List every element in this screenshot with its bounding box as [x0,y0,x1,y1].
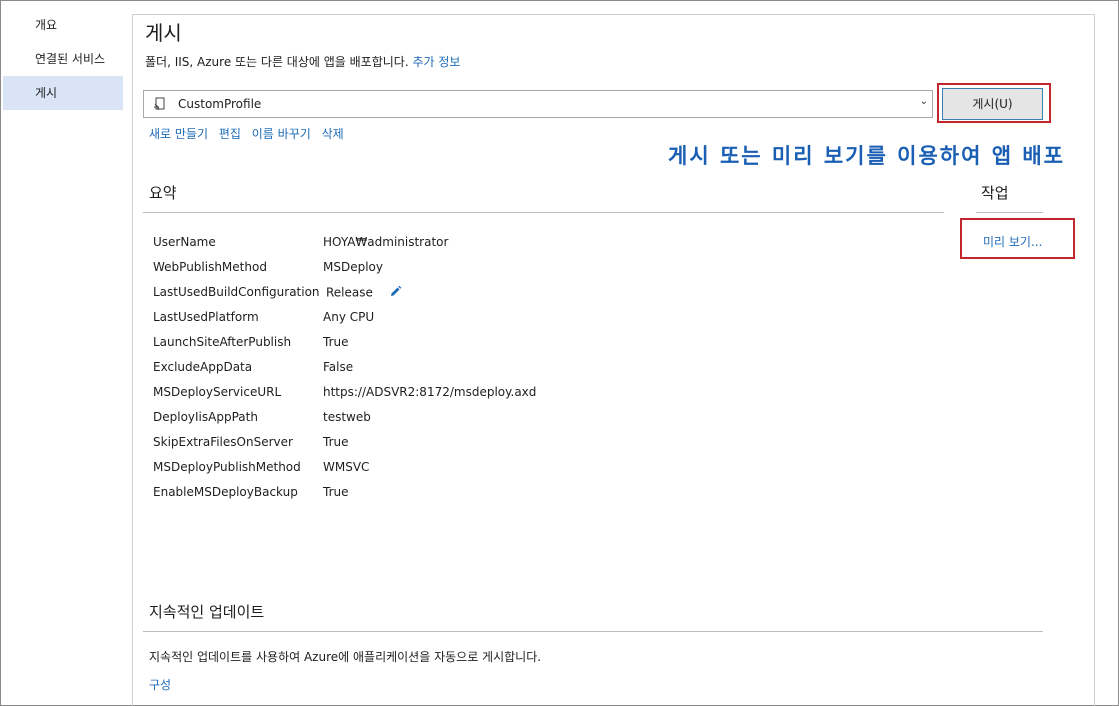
sidebar-item-publish[interactable]: 게시 [3,76,123,110]
summary-key: ExcludeAppData [153,360,253,374]
description-text: 폴더, IIS, Azure 또는 다른 대상에 앱을 배포합니다. [145,55,409,69]
configure-link[interactable]: 구성 [149,676,171,693]
edit-profile-link[interactable]: 편집 [219,127,241,141]
preview-link[interactable]: 미리 보기... [983,233,1042,250]
summary-key: LaunchSiteAfterPublish [153,335,292,349]
summary-value: Any CPU [323,310,375,324]
summary-key: MSDeployServiceURL [153,385,282,399]
summary-value: True [323,435,349,449]
summary-divider [143,212,944,213]
chevron-down-icon: ⌄ [919,96,928,107]
summary-value: Release [326,285,373,300]
actions-divider [976,212,1043,213]
build-config-value: Release [326,285,402,301]
summary-key: LastUsedBuildConfiguration [153,285,320,299]
delete-profile-link[interactable]: 삭제 [322,127,344,141]
more-info-link[interactable]: 추가 정보 [412,55,460,69]
new-profile-link[interactable]: 새로 만들기 [149,127,208,141]
top-border [133,14,1094,15]
summary-value: False [323,360,354,374]
edit-pencil-icon[interactable] [389,285,402,301]
sidebar-nav: 개요 연결된 서비스 게시 [3,8,123,110]
profile-actions: 새로 만들기 편집 이름 바꾸기 삭제 [149,125,351,142]
summary-key: WebPublishMethod [153,260,267,274]
summary-value: True [323,485,349,499]
continuous-update-description: 지속적인 업데이트를 사용하여 Azure에 애플리케이션을 자동으로 게시합니… [149,650,542,664]
summary-value: testweb [323,410,371,424]
sidebar-item-connected-services[interactable]: 연결된 서비스 [3,42,123,76]
summary-value: https://ADSVR2:8172/msdeploy.axd [323,385,537,399]
profile-selected-value: CustomProfile [178,97,262,111]
summary-value: MSDeploy [323,260,383,274]
continuous-update-title: 지속적인 업데이트 [149,603,265,621]
summary-key: MSDeployPublishMethod [153,460,301,474]
summary-value: True [323,335,349,349]
summary-key: EnableMSDeployBackup [153,485,298,499]
actions-title: 작업 [981,184,1009,202]
summary-title: 요약 [149,184,177,202]
summary-key: LastUsedPlatform [153,310,259,324]
summary-key: UserName [153,235,216,249]
page-title: 게시 [145,21,182,45]
publish-button[interactable]: 게시(U) [942,88,1043,120]
summary-key: SkipExtraFilesOnServer [153,435,293,449]
sidebar-item-overview[interactable]: 개요 [3,8,123,42]
right-border [1094,14,1095,706]
summary-value: WMSVC [323,460,370,474]
profile-dropdown[interactable]: CustomProfile ⌄ [143,90,933,118]
page-description: 폴더, IIS, Azure 또는 다른 대상에 앱을 배포합니다. 추가 정보 [145,53,460,70]
sidebar-divider [132,14,133,706]
summary-value: HOYA₩administrator [323,235,449,249]
continuous-update-divider [143,631,1043,632]
rename-profile-link[interactable]: 이름 바꾸기 [252,127,311,141]
summary-key: DeployIisAppPath [153,410,258,424]
annotation-text: 게시 또는 미리 보기를 이용하여 앱 배포 [668,143,1065,168]
publish-profile-icon [153,97,167,111]
